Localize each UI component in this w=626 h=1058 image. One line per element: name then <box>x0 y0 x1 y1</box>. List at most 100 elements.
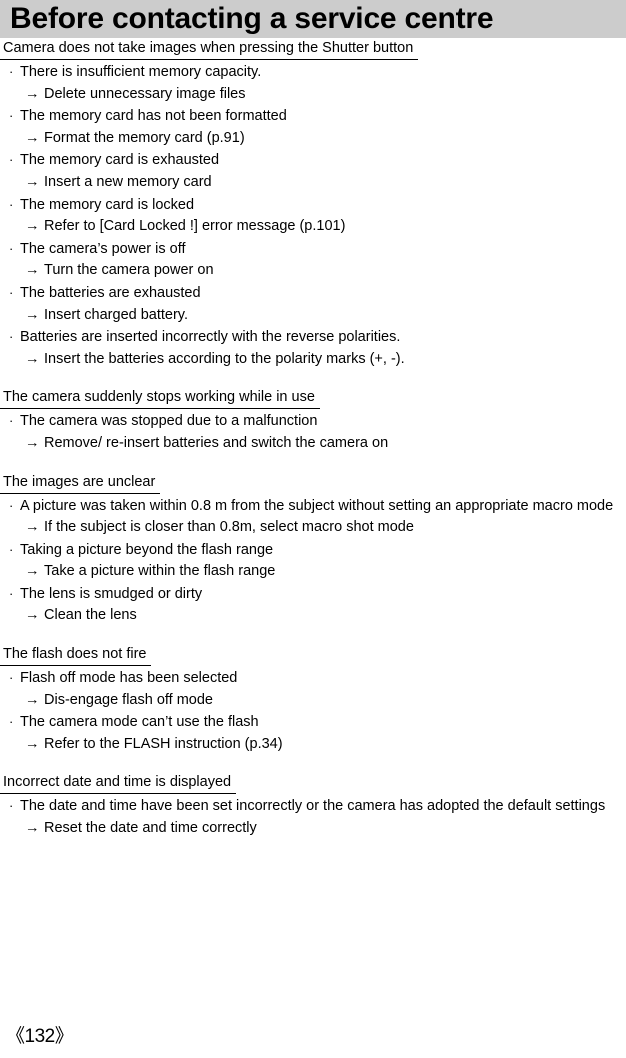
bullet-icon: · <box>9 196 14 212</box>
solution-item: → Refer to the FLASH instruction (p.34) <box>0 734 626 756</box>
problem-item: · The date and time have been set incorre… <box>0 795 626 818</box>
section-heading: The camera suddenly stops working while … <box>0 387 320 410</box>
problem-text: The lens is smudged or dirty <box>20 585 203 602</box>
bullet-icon: · <box>9 329 14 345</box>
solution-item: → Clean the lens <box>0 605 626 627</box>
bullet-icon: · <box>9 798 14 814</box>
problem-item: · A picture was taken within 0.8 m from t… <box>0 495 626 518</box>
bullet-icon: · <box>9 670 14 686</box>
problem-text: There is insufficient memory capacity. <box>20 64 262 80</box>
solution-item: → Insert charged battery. <box>0 305 626 327</box>
problem-text: A picture was taken within 0.8 m from th… <box>20 497 614 514</box>
solution-text: Insert a new memory card <box>44 173 212 190</box>
bullet-icon: · <box>9 152 14 168</box>
problem-text: The memory card has not been formatted <box>20 108 287 125</box>
problem-item: · The camera was stopped due to a malfunc… <box>0 410 626 433</box>
problem-text: The memory card is locked <box>20 196 195 213</box>
solution-text: Dis-engage flash off mode <box>44 691 214 708</box>
problem-item: · The lens is smudged or dirty <box>0 583 626 606</box>
solution-text: Clean the lens <box>44 607 137 624</box>
troubleshooting-section: Camera does not take images when pressin… <box>0 38 626 370</box>
problem-item: · The camera’s power is off <box>0 238 626 261</box>
arrow-icon: → <box>25 350 40 367</box>
solution-text: Remove/ re-insert batteries and switch t… <box>44 434 389 451</box>
bullet-icon: · <box>9 497 14 513</box>
solution-text: Reset the date and time correctly <box>44 820 257 837</box>
arrow-icon: → <box>25 218 40 235</box>
section-heading: Camera does not take images when pressin… <box>0 38 419 60</box>
arrow-icon: → <box>25 691 40 708</box>
solution-text: Refer to [Card Locked !] error message (… <box>44 218 346 235</box>
solution-text: Format the memory card (p.91) <box>44 129 245 146</box>
section-heading-row: The images are unclear <box>0 472 626 495</box>
troubleshooting-section: Incorrect date and time is displayed · The… <box>0 772 626 839</box>
bullet-icon: · <box>9 714 14 730</box>
problem-text: The camera mode can’t use the flash <box>20 714 259 731</box>
bullet-icon: · <box>9 64 14 79</box>
solution-item: → Insert a new memory card <box>0 172 626 194</box>
solution-item: → Insert the batteries according to the p… <box>0 349 626 371</box>
arrow-icon: → <box>25 563 40 580</box>
document-body: Camera does not take images when pressin… <box>0 38 626 840</box>
arrow-icon: → <box>25 85 40 102</box>
page-title: Before contacting a service centre <box>10 2 494 35</box>
section-heading: The images are unclear <box>0 472 161 494</box>
bullet-icon: · <box>9 541 14 557</box>
arrow-icon: → <box>25 820 40 837</box>
bullet-icon: · <box>9 240 14 256</box>
bullet-icon: · <box>9 585 14 601</box>
problem-text: The memory card is exhausted <box>20 152 220 169</box>
section-heading-row: The flash does not fire <box>0 644 626 667</box>
section-heading-row: Camera does not take images when pressin… <box>0 38 626 61</box>
solution-text: Delete unnecessary image files <box>44 85 246 102</box>
troubleshooting-section: The camera suddenly stops working while … <box>0 387 626 454</box>
troubleshooting-section: The flash does not fire · Flash off mode h… <box>0 644 626 755</box>
solution-text: Take a picture within the flash range <box>44 563 276 580</box>
arrow-icon: → <box>25 306 40 323</box>
solution-item: → Refer to [Card Locked !] error message … <box>0 216 626 238</box>
solution-text: Turn the camera power on <box>44 262 214 279</box>
problem-text: The date and time have been set incorrec… <box>20 798 606 815</box>
solution-text: Insert the batteries according to the po… <box>44 350 405 367</box>
solution-item: → Reset the date and time correctly <box>0 818 626 840</box>
problem-item: · The memory card is locked <box>0 194 626 217</box>
problem-item: · Flash off mode has been selected <box>0 667 626 690</box>
section-heading-row: Incorrect date and time is displayed <box>0 772 626 795</box>
page-header-banner: Before contacting a service centre <box>0 0 626 38</box>
section-heading: Incorrect date and time is displayed <box>0 772 237 795</box>
problem-text: The camera’s power is off <box>20 240 186 257</box>
solution-item: → Turn the camera power on <box>0 260 626 282</box>
solution-text: Insert charged battery. <box>44 306 189 323</box>
arrow-icon: → <box>25 735 40 752</box>
solution-item: → Take a picture within the flash range <box>0 561 626 583</box>
problem-item: · The memory card is exhausted <box>0 149 626 172</box>
problem-item: · The batteries are exhausted <box>0 282 626 305</box>
section-heading-row: The camera suddenly stops working while … <box>0 387 626 410</box>
bullet-icon: · <box>9 108 14 124</box>
arrow-icon: → <box>25 129 40 146</box>
bullet-icon: · <box>9 413 14 429</box>
solution-text: Refer to the FLASH instruction (p.34) <box>44 735 283 752</box>
bullet-icon: · <box>9 284 14 300</box>
solution-item: → Remove/ re-insert batteries and switch … <box>0 433 626 455</box>
arrow-icon: → <box>25 519 40 536</box>
troubleshooting-section: The images are unclear · A picture was tak… <box>0 472 626 628</box>
arrow-icon: → <box>25 173 40 190</box>
solution-item: → Format the memory card (p.91) <box>0 128 626 150</box>
solution-item: → Delete unnecessary image files <box>0 84 626 106</box>
solution-item: → Dis-engage flash off mode <box>0 690 626 712</box>
problem-text: The camera was stopped due to a malfunct… <box>20 413 318 430</box>
problem-text: The batteries are exhausted <box>20 284 201 301</box>
page-number: 《132》 <box>6 1026 74 1047</box>
arrow-icon: → <box>25 434 40 451</box>
section-heading: The flash does not fire <box>0 644 152 667</box>
problem-item: · Taking a picture beyond the flash range <box>0 539 626 562</box>
problem-item: · The memory card has not been formatted <box>0 105 626 128</box>
solution-item: → If the subject is closer than 0.8m, sel… <box>0 517 626 539</box>
problem-item: · The camera mode can’t use the flash <box>0 711 626 734</box>
problem-item: · There is insufficient memory capacity. <box>0 61 626 84</box>
solution-text: If the subject is closer than 0.8m, sele… <box>44 519 414 536</box>
problem-text: Batteries are inserted incorrectly with … <box>20 329 401 346</box>
arrow-icon: → <box>25 607 40 624</box>
problem-item: · Batteries are inserted incorrectly with… <box>0 326 626 349</box>
